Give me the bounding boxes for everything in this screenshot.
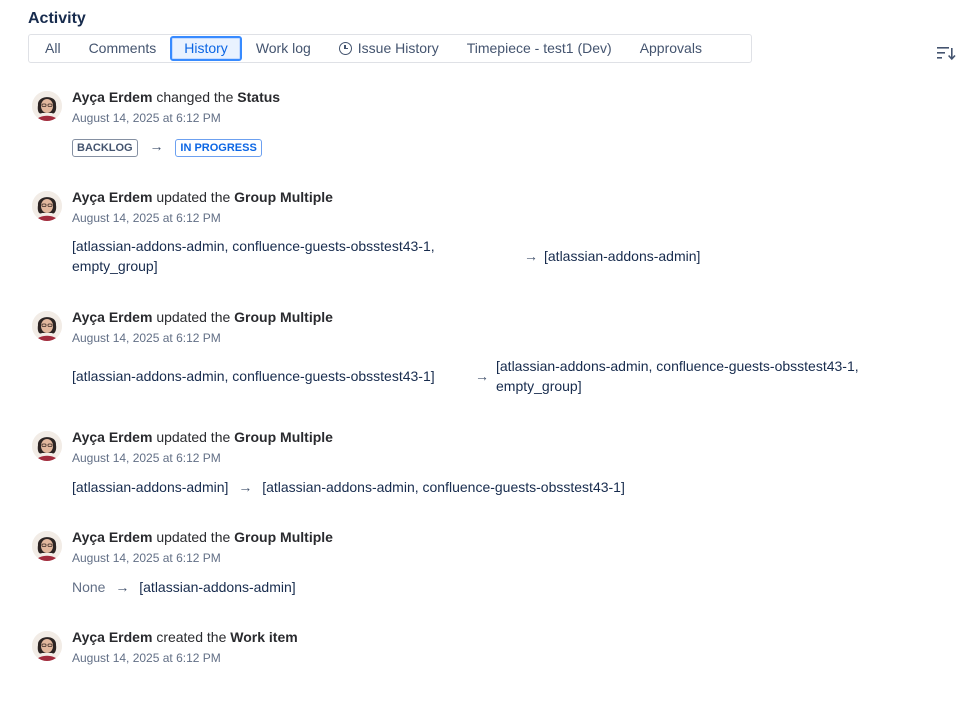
field-change: None → [atlassian-addons-admin] — [72, 579, 296, 595]
old-value-line2: empty_group] — [72, 258, 158, 274]
tab-comments[interactable]: Comments — [75, 36, 171, 61]
entry-verb: updated the — [156, 309, 231, 325]
user-name[interactable]: Ayça Erdem — [72, 529, 152, 545]
status-lozenge-to: IN PROGRESS — [175, 139, 262, 157]
entry-verb: updated the — [156, 429, 231, 445]
new-value: [atlassian-addons-admin, confluence-gues… — [262, 479, 625, 495]
status-lozenge-from: BACKLOG — [72, 139, 138, 157]
activity-tabs: All Comments History Work log Issue Hist… — [28, 34, 752, 63]
new-value: [atlassian-addons-admin] — [544, 248, 701, 264]
tab-history[interactable]: History — [170, 36, 242, 61]
entry-date: August 14, 2025 at 6:12 PM — [72, 331, 221, 345]
tab-work-log[interactable]: Work log — [242, 36, 325, 61]
old-value-line1: [atlassian-addons-admin, confluence-gues… — [72, 238, 435, 254]
user-name[interactable]: Ayça Erdem — [72, 189, 152, 205]
history-entry: Ayça Erdem updated the Group Multiple Au… — [32, 529, 932, 599]
entry-date: August 14, 2025 at 6:12 PM — [72, 451, 221, 465]
user-avatar[interactable] — [32, 91, 62, 121]
status-change: BACKLOG → IN PROGRESS — [72, 138, 262, 157]
field-name: Work item — [230, 629, 298, 645]
tab-timepiece[interactable]: Timepiece - test1 (Dev) — [453, 36, 626, 61]
old-value: [atlassian-addons-admin, confluence-gues… — [72, 368, 435, 384]
user-name[interactable]: Ayça Erdem — [72, 89, 152, 105]
history-entry: Ayça Erdem updated the Group Multiple Au… — [32, 429, 932, 499]
entry-date: August 14, 2025 at 6:12 PM — [72, 651, 221, 665]
new-value-line2: empty_group] — [496, 378, 582, 394]
user-name[interactable]: Ayça Erdem — [72, 429, 152, 445]
entry-date: August 14, 2025 at 6:12 PM — [72, 211, 221, 225]
entry-summary: Ayça Erdem updated the Group Multiple — [72, 429, 333, 445]
tab-approvals[interactable]: Approvals — [626, 36, 716, 61]
sort-icon — [937, 47, 956, 61]
entry-verb: changed the — [156, 89, 234, 105]
field-name: Status — [237, 89, 281, 105]
user-avatar[interactable] — [32, 531, 62, 561]
old-value: None — [72, 579, 106, 595]
entry-summary: Ayça Erdem changed the Status — [72, 89, 280, 105]
history-entry: Ayça Erdem updated the Group Multiple Au… — [32, 309, 932, 409]
entry-summary: Ayça Erdem updated the Group Multiple — [72, 309, 333, 325]
history-entry: Ayça Erdem updated the Group Multiple Au… — [32, 189, 932, 289]
field-name: Group Multiple — [234, 309, 333, 325]
user-avatar[interactable] — [32, 311, 62, 341]
clock-icon — [338, 42, 352, 55]
entry-date: August 14, 2025 at 6:12 PM — [72, 551, 221, 565]
user-name[interactable]: Ayça Erdem — [72, 309, 152, 325]
entry-date: August 14, 2025 at 6:12 PM — [72, 111, 221, 125]
field-change: [atlassian-addons-admin] → [atlassian-ad… — [72, 479, 625, 495]
user-avatar[interactable] — [32, 631, 62, 661]
arrow-icon: → — [238, 479, 253, 495]
new-value: [atlassian-addons-admin] — [139, 579, 296, 595]
tab-issue-history[interactable]: Issue History — [325, 36, 453, 61]
field-change: [atlassian-addons-admin, confluence-gues… — [72, 358, 932, 402]
field-name: Group Multiple — [234, 429, 333, 445]
sort-button[interactable] — [936, 44, 956, 62]
entry-summary: Ayça Erdem updated the Group Multiple — [72, 529, 333, 545]
arrow-icon: → — [115, 579, 130, 595]
entry-summary: Ayça Erdem updated the Group Multiple — [72, 189, 333, 205]
user-name[interactable]: Ayça Erdem — [72, 629, 152, 645]
user-avatar[interactable] — [32, 431, 62, 461]
field-change: [atlassian-addons-admin, confluence-gues… — [72, 238, 932, 282]
field-name: Group Multiple — [234, 529, 333, 545]
tab-issue-history-label: Issue History — [357, 40, 439, 56]
entry-summary: Ayça Erdem created the Work item — [72, 629, 298, 645]
history-entry: Ayça Erdem changed the Status August 14,… — [32, 89, 932, 159]
entry-verb: updated the — [156, 529, 231, 545]
entry-verb: updated the — [156, 189, 231, 205]
arrow-icon: → — [524, 248, 538, 264]
activity-title: Activity — [28, 10, 86, 27]
arrow-icon: → — [475, 368, 489, 384]
entry-verb: created the — [156, 629, 227, 645]
tab-all[interactable]: All — [31, 36, 75, 61]
history-entry: Ayça Erdem created the Work item August … — [32, 629, 932, 679]
arrow-icon: → — [149, 138, 164, 154]
user-avatar[interactable] — [32, 191, 62, 221]
field-name: Group Multiple — [234, 189, 333, 205]
old-value: [atlassian-addons-admin] — [72, 479, 229, 495]
new-value-line1: [atlassian-addons-admin, confluence-gues… — [496, 358, 859, 374]
